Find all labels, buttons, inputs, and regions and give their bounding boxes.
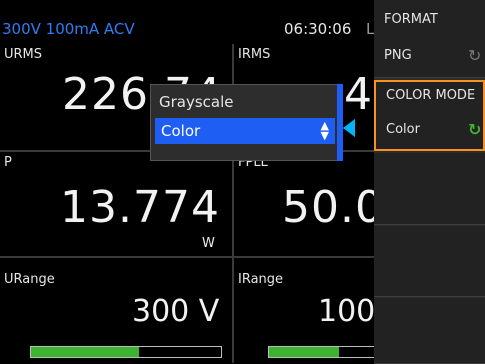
cell-label: P (4, 155, 12, 170)
softkey-value: Color (386, 122, 420, 137)
cell-label: IRange (238, 272, 284, 287)
status-bar: 300V 100mA ACV 06:30:06 L (0, 0, 374, 44)
range-bar-fill (31, 347, 140, 357)
clock: 06:30:06 (284, 20, 352, 38)
softkey-empty-5[interactable] (374, 298, 485, 364)
range-bar (268, 346, 374, 358)
color-mode-popup: Grayscale Color ▲ ▼ (150, 84, 342, 161)
softkey-header: COLOR MODE (386, 88, 476, 103)
cell-value: 300 V (132, 294, 220, 329)
cell-value: 100 (318, 294, 374, 329)
range-bar-fill (269, 347, 339, 357)
cell-urange[interactable]: URange 300 V (0, 258, 232, 363)
cell-label: IRMS (238, 47, 271, 62)
rotary-knob-icon: ↻ (468, 120, 482, 139)
softkey-header: FORMAT (384, 12, 438, 27)
option-color-selected[interactable]: Color ▲ ▼ (155, 118, 335, 144)
selected-option-label: Color (161, 122, 201, 140)
cell-fpll[interactable]: FPLL 50.0 (234, 152, 374, 256)
cell-label: URange (4, 272, 55, 287)
range-info: 300V 100mA ACV (2, 20, 135, 38)
cell-value: 50.0 (282, 182, 374, 233)
cell-value: 13.774 (60, 182, 220, 233)
cell-irange[interactable]: IRange 100 (234, 258, 374, 363)
pointer-arrow-icon (343, 119, 355, 137)
range-bar (30, 346, 222, 358)
softkey-empty-3[interactable] (374, 153, 485, 225)
softkey-value: PNG (384, 48, 412, 63)
cell-p[interactable]: P 13.774 W (0, 152, 232, 256)
cell-label: URMS (4, 47, 43, 62)
softkey-empty-4[interactable] (374, 226, 485, 297)
softkey-panel: FORMAT PNG ↻ COLOR MODE Color ↻ (374, 0, 485, 364)
softkey-color-mode[interactable]: COLOR MODE Color ↻ (374, 80, 485, 151)
rotary-knob-icon: ↻ (468, 46, 482, 65)
up-down-arrows-icon: ▲ ▼ (320, 119, 329, 142)
cell-unit: W (202, 236, 215, 251)
cell-value: 4 (344, 69, 373, 120)
option-grayscale[interactable]: Grayscale (159, 93, 234, 111)
softkey-format[interactable]: FORMAT PNG ↻ (374, 0, 485, 78)
